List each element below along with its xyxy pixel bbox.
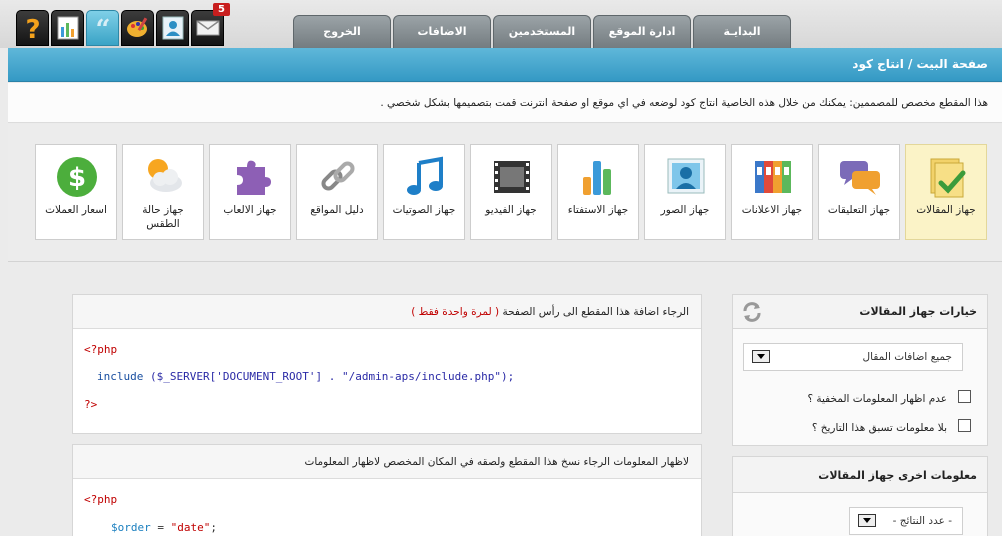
device-audio[interactable]: جهاز الصوتيات bbox=[383, 144, 465, 240]
display-code-title: لاظهار المعلومات الرجاء نسخ هذا المقطع و… bbox=[304, 456, 689, 468]
code-include-args: ($_SERVER['DOCUMENT_ROOT'] . "/admin-aps… bbox=[143, 370, 515, 383]
mail-button[interactable]: 5 bbox=[191, 3, 230, 46]
device-games[interactable]: جهاز الالعاب bbox=[209, 144, 291, 240]
tab-site-management[interactable]: ادارة الموقع bbox=[593, 15, 691, 48]
articles-icon bbox=[930, 158, 966, 198]
options-panel: خيارات جهاز المقالات جميع اضافات المقال … bbox=[732, 294, 988, 446]
device-label: جهاز الاعلانات bbox=[741, 204, 803, 216]
device-photos[interactable]: جهاز الصور bbox=[644, 144, 726, 240]
title-bar: صفحة البيت / انتاج كود bbox=[8, 48, 1002, 82]
header-code-note: ( لمرة واحدة فقط ) bbox=[411, 306, 500, 318]
more-info-title: معلومات اخرى جهاز المقالات bbox=[818, 469, 977, 482]
device-articles[interactable]: جهاز المقالات bbox=[905, 144, 987, 240]
device-label: جهاز المقالات bbox=[916, 204, 976, 216]
svg-text:$: $ bbox=[68, 163, 86, 193]
device-label: جهاز الصوتيات bbox=[392, 204, 456, 216]
links-icon bbox=[321, 161, 355, 191]
header-code-title: الرجاء اضافة هذا المقطع الى رأس الصفحة (… bbox=[411, 306, 689, 318]
mail-icon bbox=[196, 20, 219, 36]
tab-home[interactable]: البدايـة bbox=[693, 15, 791, 48]
hide-info-label: عدم اظهار المعلومات المخفية ؟ bbox=[807, 393, 947, 405]
code-equals: = bbox=[150, 521, 171, 534]
device-label: جهاز حالة الطقس bbox=[142, 204, 184, 230]
top-bar: ? “ 5 البدايـة ادارة الموقع المستخدمين ا… bbox=[0, 0, 1002, 48]
device-poll[interactable]: جهاز الاستفتاء bbox=[557, 144, 639, 240]
svg-text:?: ? bbox=[25, 15, 40, 43]
more-info-header: معلومات اخرى جهاز المقالات bbox=[733, 457, 987, 493]
description-bar: هذا المقطع مخصص للمصممين: يمكنك من خلال … bbox=[8, 83, 1002, 123]
code-semicolon: ; bbox=[210, 521, 217, 534]
stats-icon[interactable] bbox=[51, 10, 84, 46]
options-panel-title: خيارات جهاز المقالات bbox=[859, 305, 977, 318]
device-label: دليل المواقع bbox=[310, 204, 364, 216]
device-weather[interactable]: جهاز حالة الطقس bbox=[122, 144, 204, 240]
date-filter-checkbox[interactable] bbox=[958, 419, 971, 432]
display-code-title-bar: لاظهار المعلومات الرجاء نسخ هذا المقطع و… bbox=[73, 445, 701, 479]
display-code-panel: لاظهار المعلومات الرجاء نسخ هذا المقطع و… bbox=[72, 444, 702, 536]
device-selector: جهاز المقالات جهاز التعليقات جهاز الاعلا… bbox=[8, 124, 1002, 262]
device-label: جهاز التعليقات bbox=[827, 204, 891, 216]
svg-text:“: “ bbox=[95, 16, 110, 40]
page-title: صفحة البيت / انتاج كود bbox=[852, 57, 988, 71]
code-open-tag[interactable]: <?php bbox=[84, 493, 117, 506]
code-open-tag[interactable]: <?php bbox=[84, 343, 117, 356]
options-panel-header: خيارات جهاز المقالات bbox=[733, 295, 987, 329]
games-icon bbox=[237, 160, 271, 195]
photos-icon bbox=[667, 158, 705, 194]
header-code-panel: الرجاء اضافة هذا المقطع الى رأس الصفحة (… bbox=[72, 294, 702, 434]
date-filter-label: بلا معلومات تسبق هذا التاريخ ؟ bbox=[811, 422, 947, 434]
mail-count-badge: 5 bbox=[213, 3, 230, 16]
quote-icon[interactable]: “ bbox=[86, 10, 119, 46]
video-icon bbox=[494, 161, 530, 193]
help-icon[interactable]: ? bbox=[16, 10, 49, 46]
more-info-panel: معلومات اخرى جهاز المقالات - عدد النتائج… bbox=[732, 456, 988, 536]
device-label: جهاز الفيديو bbox=[485, 204, 537, 216]
device-label: اسعار العملات bbox=[45, 204, 107, 216]
device-label: جهاز الالعاب bbox=[223, 204, 277, 216]
device-label: جهاز الصور bbox=[660, 204, 710, 216]
code-include-keyword: include bbox=[97, 370, 144, 383]
select-value: جميع اضافات المقال bbox=[862, 351, 952, 363]
ads-icon bbox=[755, 161, 791, 193]
device-video[interactable]: جهاز الفيديو bbox=[470, 144, 552, 240]
tab-addons[interactable]: الاضافات bbox=[393, 15, 491, 48]
device-currency[interactable]: $ اسعار العملات bbox=[35, 144, 117, 240]
device-label: جهاز الاستفتاء bbox=[567, 204, 629, 216]
code-close-tag[interactable]: ?> bbox=[84, 398, 97, 411]
tab-users[interactable]: المستخدمين bbox=[493, 15, 591, 48]
code-order-line[interactable]: $order = "date"; bbox=[111, 521, 217, 534]
code-include-line[interactable]: include ($_SERVER['DOCUMENT_ROOT'] . "/a… bbox=[97, 370, 514, 383]
results-count-label: - عدد النتائج - bbox=[892, 515, 952, 527]
code-variable: $order bbox=[111, 521, 151, 534]
palette-icon[interactable] bbox=[121, 10, 154, 46]
device-comments[interactable]: جهاز التعليقات bbox=[818, 144, 900, 240]
chevron-down-icon[interactable] bbox=[858, 514, 876, 527]
code-string: "date" bbox=[170, 521, 211, 534]
article-content-select[interactable]: جميع اضافات المقال bbox=[743, 343, 963, 371]
tab-logout[interactable]: الخروج bbox=[293, 15, 391, 48]
page-description: هذا المقطع مخصص للمصممين: يمكنك من خلال … bbox=[380, 97, 988, 109]
header-code-title-bar: الرجاء اضافة هذا المقطع الى رأس الصفحة (… bbox=[73, 295, 701, 329]
results-count-select[interactable]: - عدد النتائج - bbox=[849, 507, 963, 535]
user-card-icon[interactable] bbox=[156, 10, 189, 46]
currency-icon: $ bbox=[57, 157, 97, 197]
weather-icon bbox=[148, 159, 182, 192]
header-code-instruction: الرجاء اضافة هذا المقطع الى رأس الصفحة bbox=[502, 306, 689, 318]
device-links[interactable]: دليل المواقع bbox=[296, 144, 378, 240]
refresh-icon[interactable] bbox=[741, 301, 763, 323]
comments-icon bbox=[840, 161, 880, 195]
poll-icon bbox=[583, 161, 611, 195]
chevron-down-icon[interactable] bbox=[752, 350, 770, 363]
device-ads[interactable]: جهاز الاعلانات bbox=[731, 144, 813, 240]
audio-icon bbox=[407, 156, 443, 195]
hide-info-checkbox[interactable] bbox=[958, 390, 971, 403]
